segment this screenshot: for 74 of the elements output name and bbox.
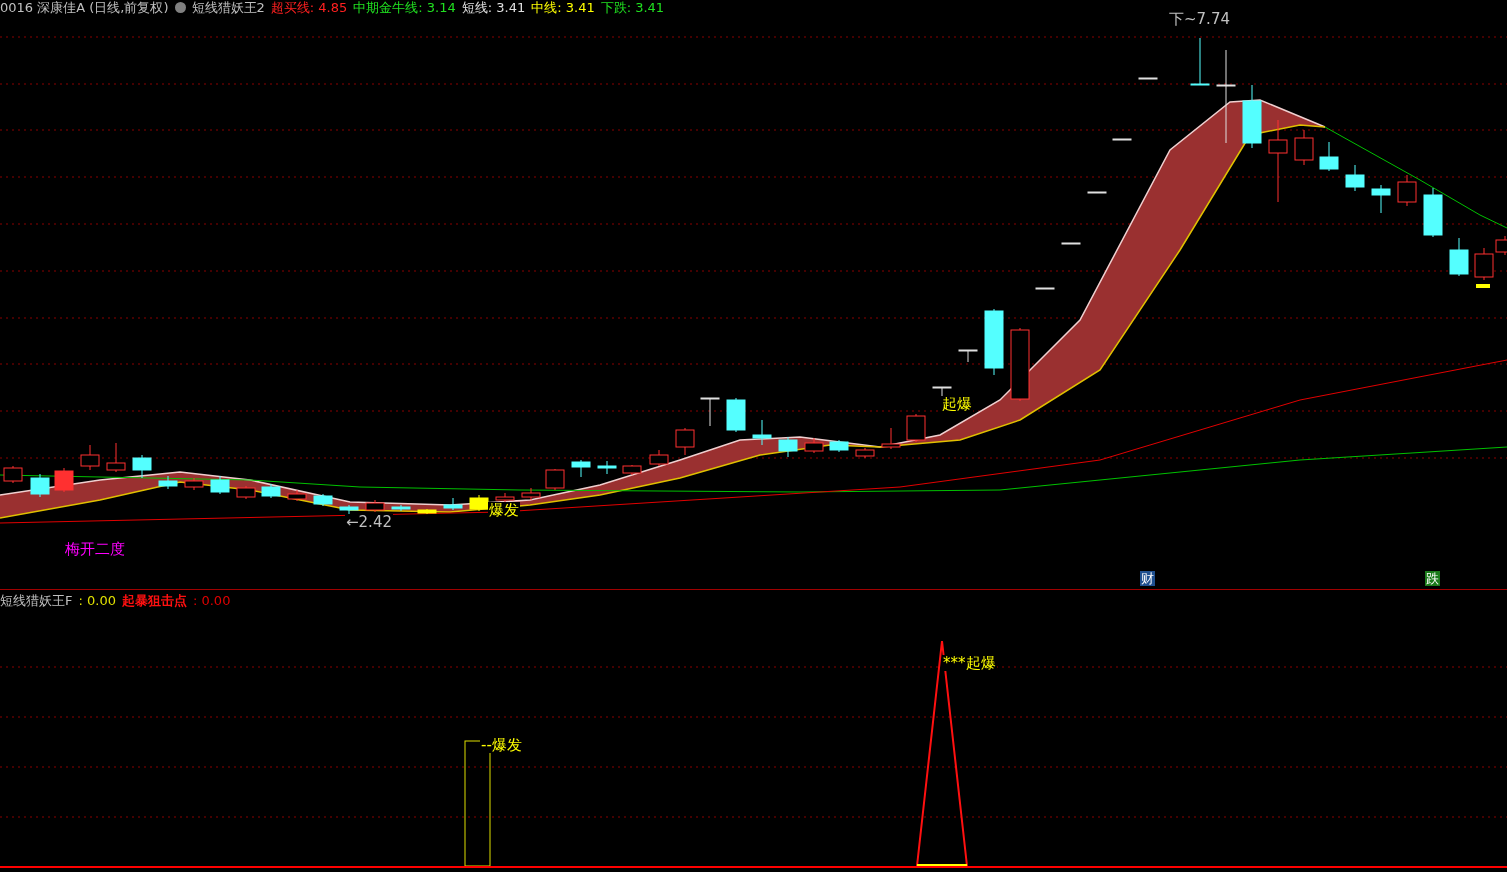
candlestick — [469, 494, 489, 512]
candlestick — [778, 436, 798, 458]
chart-label: 下~7.74 — [1168, 11, 1231, 27]
signal-badge: 跌 — [1425, 571, 1440, 586]
candlestick — [829, 439, 849, 453]
legend-text: 中期金牛线: 3.14 — [353, 0, 456, 15]
chart-label: 爆发 — [488, 502, 520, 518]
candlestick — [495, 492, 515, 504]
candlestick — [1138, 77, 1158, 80]
candlestick — [571, 459, 591, 478]
candlestick — [1035, 287, 1055, 290]
candlestick — [804, 437, 824, 454]
legend-text: 中线: 3.41 — [531, 0, 595, 15]
candlestick — [80, 444, 100, 471]
candlestick — [521, 487, 541, 501]
candlestick — [365, 499, 385, 513]
candlestick — [1061, 242, 1081, 245]
legend-text: 0016 深康佳A (日线,前复权) — [0, 0, 169, 15]
candlestick — [158, 475, 178, 490]
candlestick — [1112, 138, 1132, 141]
candlestick — [313, 493, 333, 507]
candlestick — [622, 464, 642, 476]
candlestick — [184, 477, 204, 491]
candlestick — [545, 468, 565, 491]
legend-text: 超买线: 4.85 — [270, 0, 348, 15]
candlestick — [906, 413, 926, 443]
candlestick — [984, 308, 1004, 376]
candlestick — [132, 454, 152, 479]
candlestick — [261, 483, 281, 499]
candlestick — [3, 465, 23, 484]
chart-label: 起爆 — [941, 396, 973, 412]
candlestick — [597, 460, 617, 475]
chart-label: ***起爆 — [942, 655, 997, 671]
candlestick — [391, 504, 411, 512]
candlestick — [287, 489, 307, 502]
candlestick — [649, 449, 669, 467]
legend-text: 短线猎妖王F — [0, 593, 73, 608]
candlestick — [1294, 129, 1314, 166]
candlestick — [210, 475, 230, 495]
candlestick — [339, 504, 359, 516]
candlestick — [675, 427, 695, 456]
candlestick — [54, 467, 74, 493]
legend-text: 短线猎妖王2 — [191, 0, 265, 15]
candlestick — [236, 485, 256, 500]
candlestick — [417, 508, 437, 515]
candlestick — [881, 427, 901, 450]
legend-text: 起暴狙击点 — [121, 593, 187, 608]
candlestick — [1242, 84, 1262, 149]
chart-label: ←2.42 — [345, 514, 393, 530]
candlestick — [700, 397, 720, 427]
signal-mark — [1476, 284, 1490, 288]
legend-text: : 0.00 — [78, 593, 116, 608]
circle-icon[interactable] — [174, 2, 186, 13]
candlestick — [726, 397, 746, 433]
legend-text: 下跌: 3.41 — [600, 0, 665, 15]
candlestick — [443, 497, 463, 511]
candlestick — [1371, 184, 1391, 214]
candlestick — [855, 447, 875, 459]
candlestick — [752, 419, 772, 446]
signal-badge: 财 — [1140, 571, 1155, 586]
candlestick — [1087, 191, 1107, 194]
candlestick — [958, 349, 978, 363]
legend-text: : 0.00 — [192, 593, 231, 608]
candlestick — [1449, 237, 1469, 277]
chart-label: 梅开二度 — [64, 541, 126, 557]
candlestick — [30, 473, 50, 498]
candlestick — [106, 442, 126, 473]
legend-text: 短线: 3.41 — [461, 0, 526, 15]
candlestick — [1319, 141, 1339, 172]
candlestick — [1190, 37, 1210, 86]
candlestick — [1397, 174, 1417, 207]
chart-label: --爆发 — [480, 737, 523, 753]
candlestick — [1345, 164, 1365, 192]
candlestick — [1423, 187, 1443, 238]
